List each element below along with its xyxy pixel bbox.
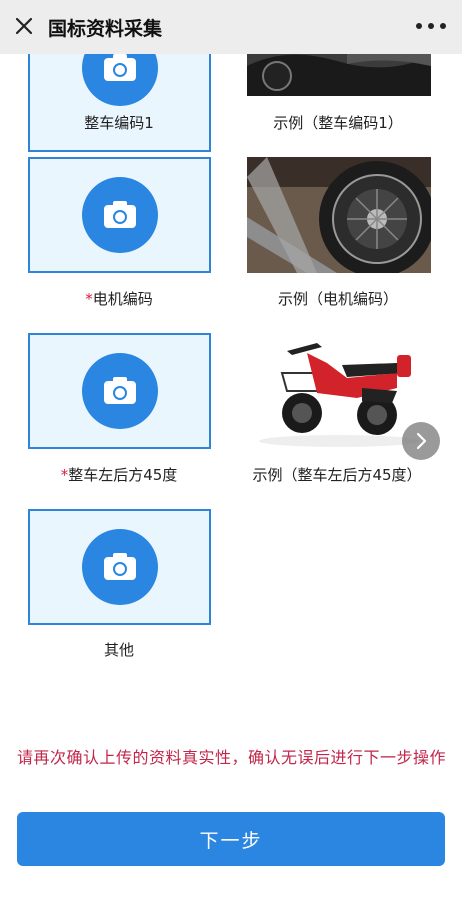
camera-button[interactable] (81, 177, 158, 253)
next-step-button[interactable]: 下一步 (17, 812, 445, 866)
upload-label-motor-code: *电机编码 (85, 290, 153, 308)
motor-hub-photo (247, 157, 431, 273)
dot-icon (440, 23, 446, 29)
dot-icon (416, 23, 422, 29)
camera-button[interactable] (81, 529, 158, 605)
camera-button[interactable] (81, 54, 158, 106)
sample-label-vehicle-code: 示例（整车编码1） (273, 114, 403, 132)
upload-label-vehicle-code: 整车编码1 (84, 114, 154, 132)
upload-label-rear-left-45: *整车左后方45度 (60, 466, 178, 484)
scooter-seat-photo (247, 54, 431, 96)
next-image-button[interactable] (402, 422, 440, 460)
upload-box-vehicle-code[interactable] (28, 54, 211, 152)
close-icon (15, 17, 33, 35)
upload-box-motor-code[interactable] (28, 157, 211, 273)
sample-image-motor-code[interactable] (247, 157, 431, 273)
camera-icon (103, 201, 136, 228)
top-bar: 国标资料采集 (0, 0, 462, 54)
upload-label-other: 其他 (103, 641, 134, 659)
page-title: 国标资料采集 (48, 18, 163, 40)
upload-box-rear-left-45[interactable] (28, 333, 211, 449)
sample-label-motor-code: 示例（电机编码） (277, 290, 398, 308)
camera-icon (103, 553, 136, 580)
camera-button[interactable] (81, 353, 158, 429)
camera-icon (103, 377, 136, 404)
dot-icon (428, 23, 434, 29)
chevron-right-icon (416, 432, 427, 450)
upload-box-other[interactable] (28, 509, 211, 625)
sample-label-rear-left-45: 示例（整车左后方45度） (252, 466, 422, 484)
close-button[interactable] (10, 12, 38, 40)
more-options-button[interactable] (416, 14, 446, 38)
camera-icon (103, 54, 136, 81)
sample-image-vehicle-code[interactable] (247, 54, 431, 96)
confirmation-warning: 请再次确认上传的资料真实性，确认无误后进行下一步操作 (17, 748, 447, 767)
scroll-content[interactable]: 整车编码1 示例（整车编码1） *电机编码 示例（电机编码） *整车左后方45度… (0, 54, 462, 900)
